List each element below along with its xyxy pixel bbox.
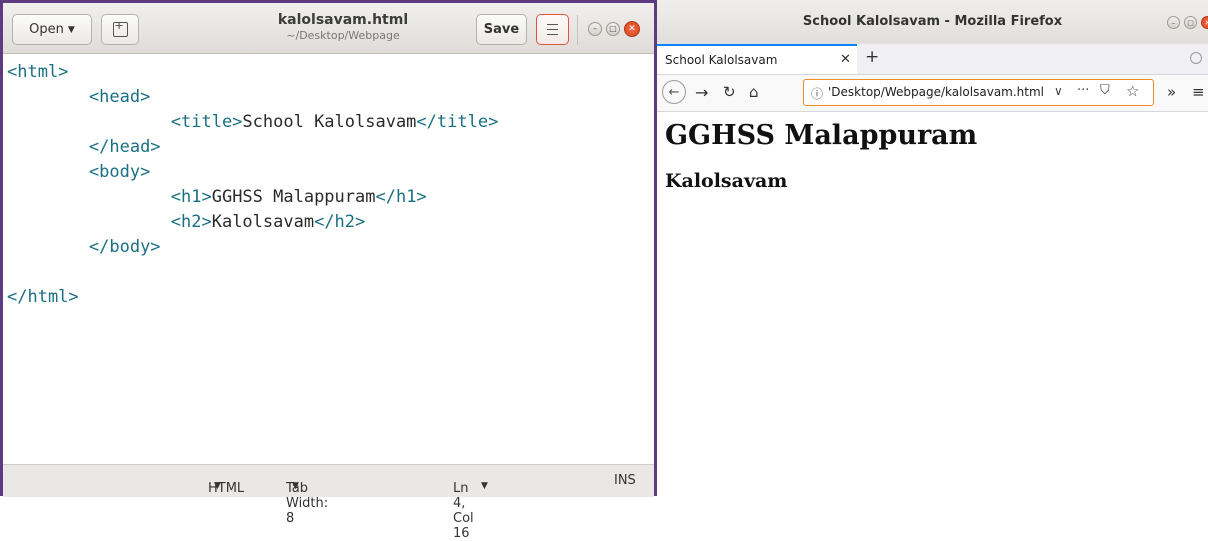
file-name: kalolsavam.html: [277, 12, 409, 28]
url-bar[interactable]: ⓘ 'Desktop/Webpage/kalolsavam.html ∨ ···…: [803, 79, 1154, 106]
firefox-titlebar: School Kalolsavam - Mozilla Firefox – □ …: [657, 0, 1208, 44]
maximize-icon: □: [1187, 18, 1194, 27]
code-line[interactable]: </body>: [7, 235, 654, 260]
new-document-button[interactable]: [101, 14, 139, 45]
tab-label: School Kalolsavam: [665, 53, 778, 67]
text-editor-area[interactable]: <html> <head> <title>School Kalolsavam</…: [3, 54, 654, 464]
code-line[interactable]: </head>: [7, 135, 654, 160]
overflow-menu-icon[interactable]: »: [1167, 83, 1176, 101]
code-line[interactable]: <title>School Kalolsavam</title>: [7, 110, 654, 135]
gedit-headerbar: Open ▼ kalolsavam.html ~/Desktop/Webpage…: [3, 3, 654, 54]
text-token: Kalolsavam: [211, 212, 315, 232]
maximize-button[interactable]: □: [606, 22, 620, 36]
code-line[interactable]: </html>: [7, 285, 654, 310]
open-button-label: Open: [29, 22, 64, 37]
back-arrow-icon: ←: [668, 84, 680, 100]
minimize-button[interactable]: –: [1167, 16, 1180, 29]
open-dropdown-icon: ▼: [67, 24, 75, 35]
code-line[interactable]: <h1>GGHSS Malappuram</h1>: [7, 185, 654, 210]
code-view[interactable]: <html> <head> <title>School Kalolsavam</…: [3, 54, 654, 310]
back-button[interactable]: ←: [662, 80, 686, 104]
html-tag-token: </html>: [7, 287, 79, 307]
text-token: GGHSS Malappuram: [211, 187, 376, 207]
minimize-button[interactable]: –: [588, 22, 602, 36]
html-tag-token: <title>: [170, 112, 243, 132]
url-text[interactable]: 'Desktop/Webpage/kalolsavam.html: [828, 85, 1044, 99]
html-tag-token: <h1>: [170, 187, 212, 207]
tab-school-kalolsavam[interactable]: School Kalolsavam ✕: [657, 44, 857, 74]
html-tag-token: <h2>: [170, 212, 212, 232]
close-tab-icon[interactable]: ✕: [840, 52, 851, 67]
header-separator: [577, 15, 578, 45]
html-tag-token: </h1>: [375, 187, 427, 207]
html-tag-token: <html>: [7, 62, 69, 82]
maximize-icon: □: [609, 24, 617, 33]
html-tag-token: </title>: [416, 112, 499, 132]
reload-icon[interactable]: ↻: [723, 83, 736, 101]
html-tag-token: </h2>: [314, 212, 366, 232]
new-tab-icon: [112, 19, 128, 37]
close-icon: ✕: [1204, 18, 1208, 27]
html-tag-token: <body>: [88, 162, 151, 182]
close-button[interactable]: ✕: [624, 21, 640, 37]
hamburger-icon: [547, 24, 558, 35]
file-path: ~/Desktop/Webpage: [286, 29, 400, 42]
code-line[interactable]: <body>: [7, 160, 654, 185]
cursor-position-label: Ln 4, Col 16: [453, 481, 474, 541]
page-heading-1: GGHSS Malappuram: [665, 120, 978, 151]
info-icon[interactable]: ⓘ: [811, 85, 823, 102]
hamburger-menu-button[interactable]: [536, 14, 569, 45]
open-button[interactable]: Open ▼: [12, 14, 92, 45]
text-token: School Kalolsavam: [242, 112, 417, 132]
new-tab-button[interactable]: +: [865, 47, 879, 67]
chevron-down-icon: ▼: [481, 481, 488, 491]
status-bar: HTML ▼ Tab Width: 8 ▼ Ln 4, Col 16 ▼ INS: [3, 464, 654, 541]
forward-arrow-icon[interactable]: →: [695, 83, 708, 102]
bookmark-star-icon[interactable]: ☆: [1126, 82, 1139, 100]
pocket-icon[interactable]: ⛉: [1100, 83, 1110, 98]
html-tag-token: <head>: [88, 87, 151, 107]
close-icon: ✕: [628, 23, 636, 34]
minimize-icon: –: [593, 24, 597, 33]
hamburger-icon[interactable]: ≡: [1192, 83, 1205, 101]
code-line[interactable]: <h2>Kalolsavam</h2>: [7, 210, 654, 235]
page-heading-2: Kalolsavam: [665, 170, 788, 192]
tab-overflow-icon[interactable]: [1190, 52, 1202, 64]
save-button[interactable]: Save: [476, 14, 527, 45]
chevron-down-icon[interactable]: ∨: [1054, 84, 1063, 98]
firefox-window: School Kalolsavam - Mozilla Firefox – □ …: [657, 0, 1208, 496]
chevron-down-icon: ▼: [214, 481, 221, 491]
insert-mode-indicator[interactable]: INS: [614, 473, 636, 488]
tab-strip: School Kalolsavam ✕ +: [657, 44, 1208, 75]
code-line[interactable]: <html>: [7, 60, 654, 85]
html-tag-token: </body>: [88, 237, 161, 257]
navigation-toolbar: ← → ↻ ⌂ ⓘ 'Desktop/Webpage/kalolsavam.ht…: [657, 75, 1208, 112]
minimize-icon: –: [1171, 18, 1176, 27]
window-title: School Kalolsavam - Mozilla Firefox: [802, 14, 1063, 29]
page-content: GGHSS Malappuram Kalolsavam: [657, 112, 1208, 496]
code-line[interactable]: [7, 260, 654, 285]
gedit-window: Open ▼ kalolsavam.html ~/Desktop/Webpage…: [0, 0, 657, 541]
home-icon[interactable]: ⌂: [749, 83, 759, 101]
close-button[interactable]: ✕: [1201, 16, 1208, 29]
maximize-button[interactable]: □: [1184, 16, 1197, 29]
html-tag-token: </head>: [88, 137, 161, 157]
chevron-down-icon: ▼: [292, 481, 299, 491]
code-line[interactable]: <head>: [7, 85, 654, 110]
page-actions-icon[interactable]: ···: [1077, 83, 1089, 98]
document-title: kalolsavam.html ~/Desktop/Webpage: [213, 12, 473, 42]
